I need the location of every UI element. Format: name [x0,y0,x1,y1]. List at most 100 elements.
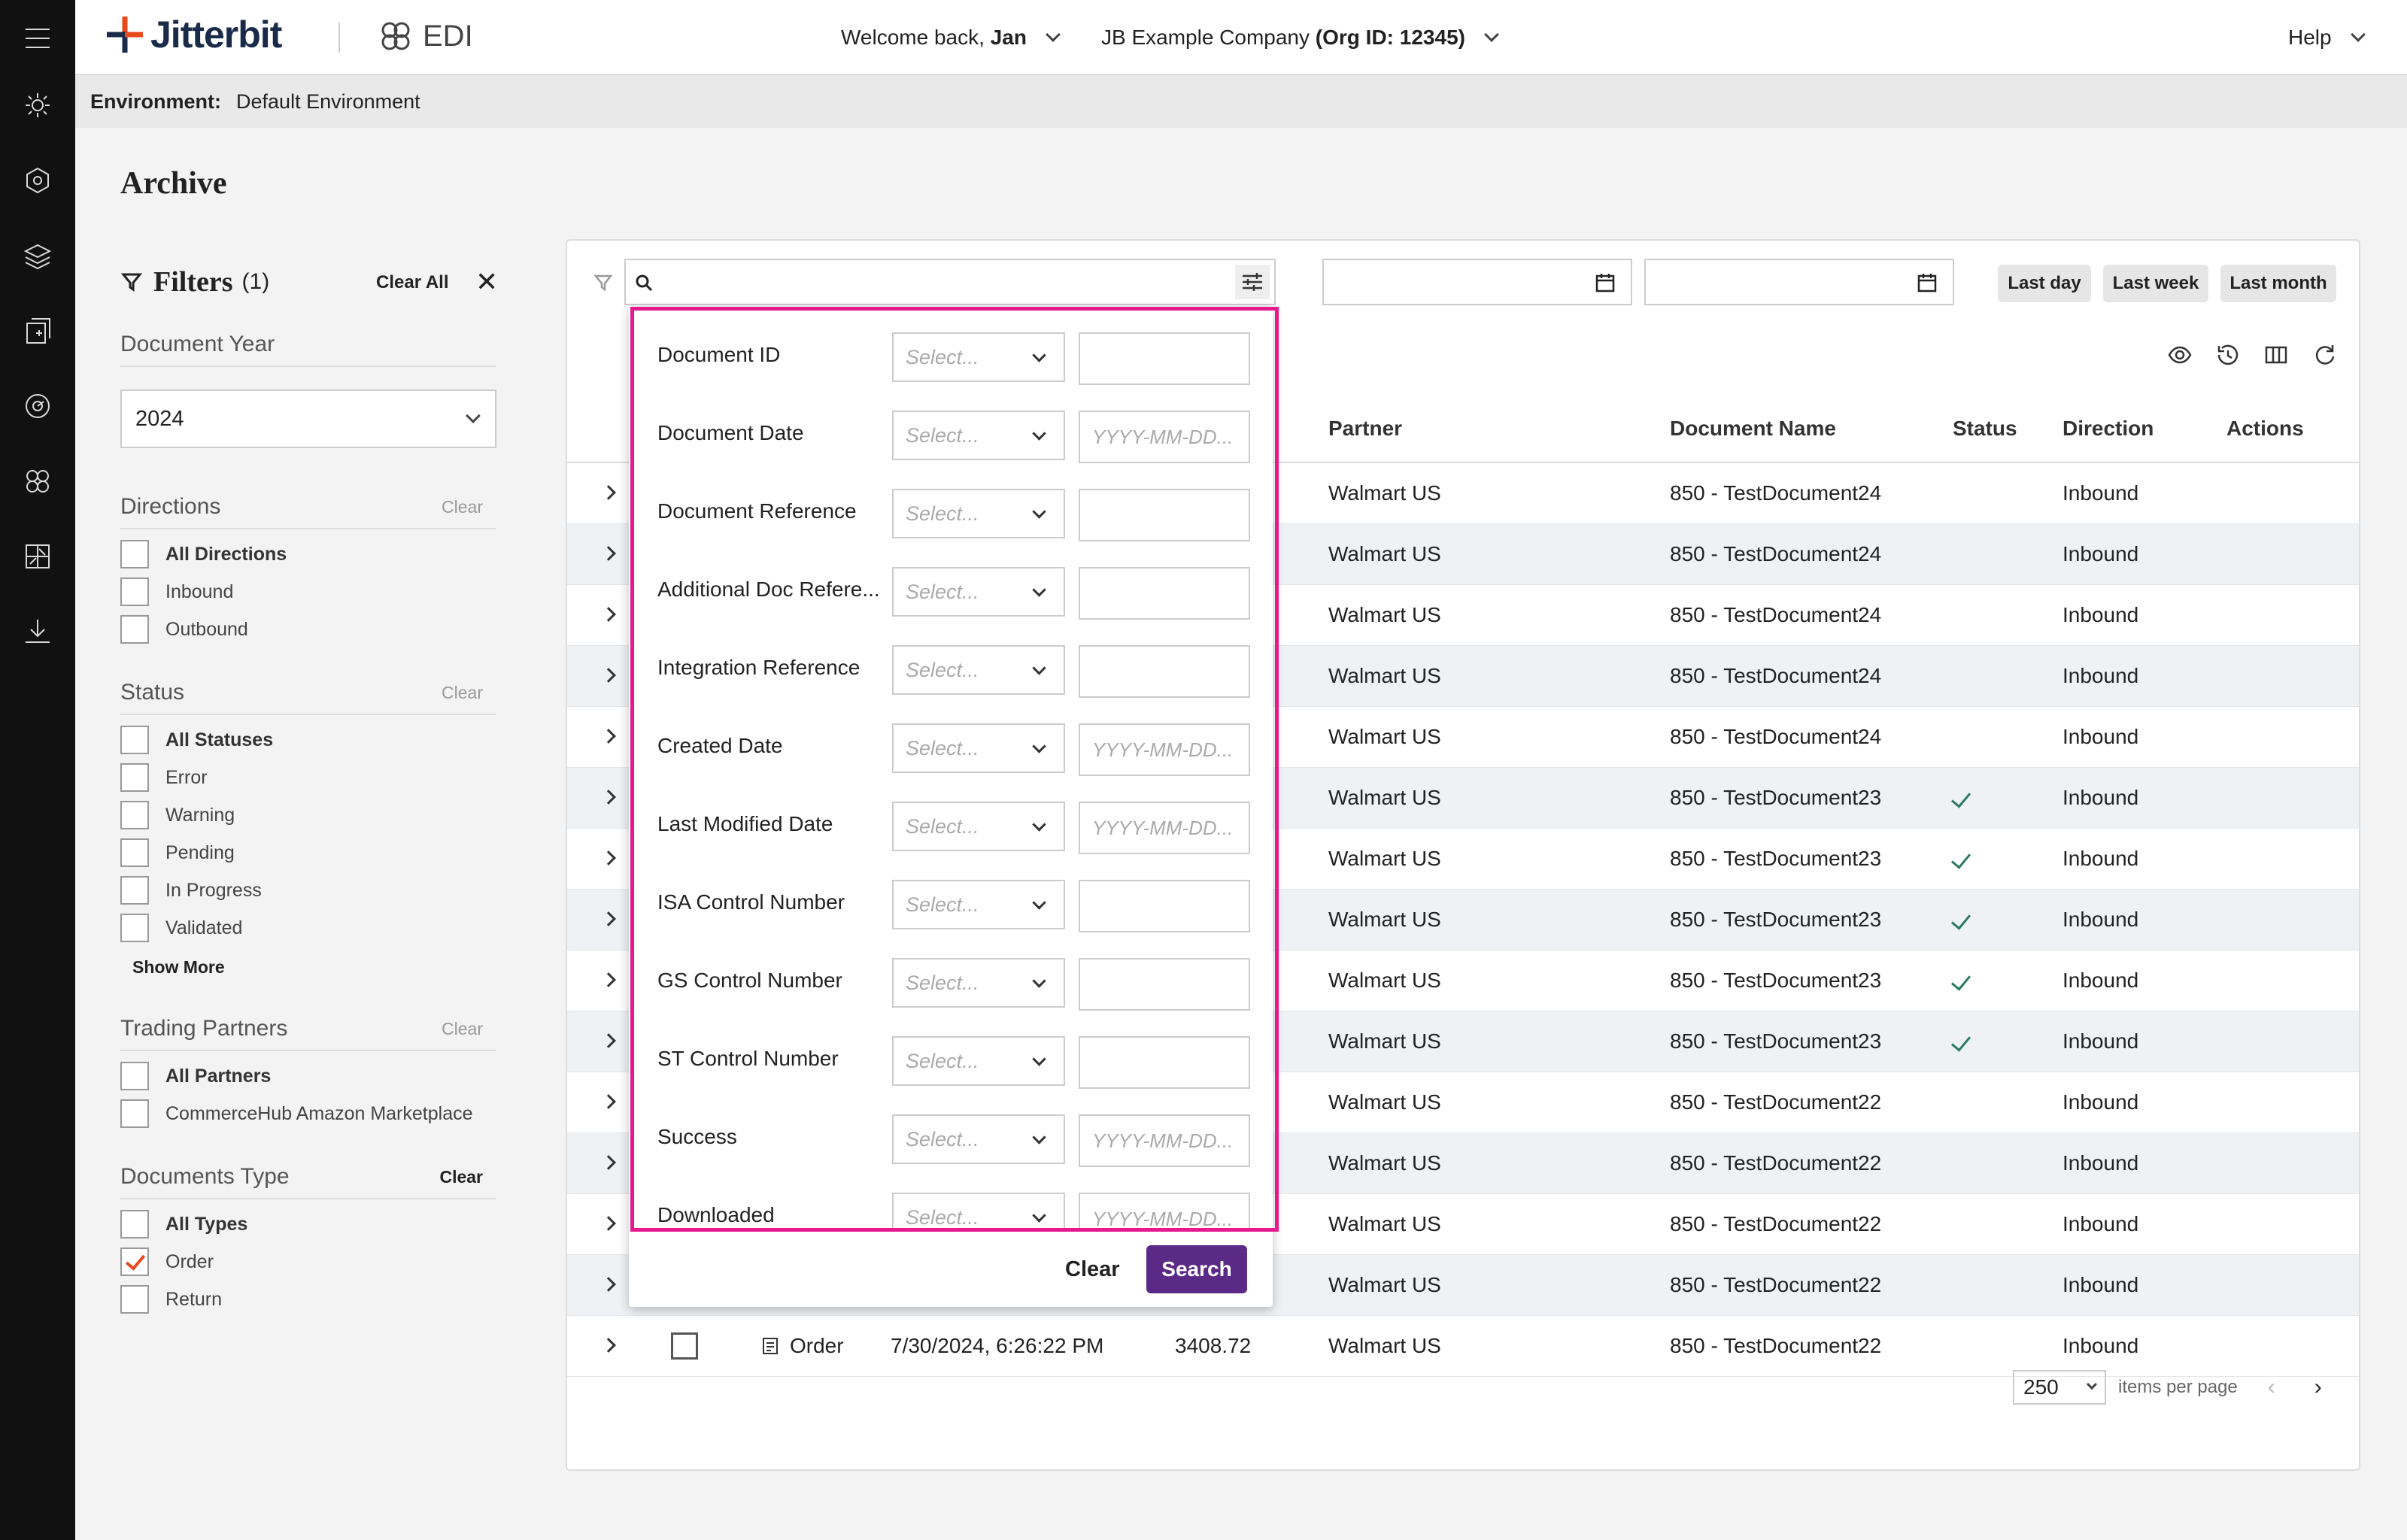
chevron-right-icon[interactable] [601,1277,616,1292]
checkbox-in-progress[interactable]: In Progress [120,872,496,909]
checkbox-all-statuses[interactable]: All Statuses [120,721,496,759]
checkbox[interactable] [120,1099,149,1128]
checkbox-validated[interactable]: Validated [120,909,496,947]
visibility-icon[interactable] [2165,340,2195,370]
search-value-input[interactable]: YYYY-MM-DD... [1079,1114,1250,1167]
checkbox[interactable] [120,763,149,792]
operator-select[interactable]: Select... [892,880,1065,929]
directions-clear-button[interactable]: Clear [442,497,483,517]
chevron-right-icon[interactable] [601,607,616,622]
chevron-right-icon[interactable] [601,546,616,561]
operator-select[interactable]: Select... [892,1114,1065,1164]
user-menu[interactable]: Welcome back, Jan [841,0,1061,75]
search-value-input[interactable]: YYYY-MM-DD... [1079,1193,1250,1228]
monitor-icon[interactable] [19,387,56,425]
document-year-select[interactable]: 2024 [120,390,496,448]
add-document-icon[interactable] [19,312,56,350]
history-icon[interactable] [2213,340,2243,370]
help-menu[interactable]: Help [2288,0,2366,75]
search-value-input[interactable] [1079,645,1250,698]
search-value-input[interactable]: YYYY-MM-DD... [1079,411,1250,463]
last-day-button[interactable]: Last day [1998,265,2091,302]
checkbox[interactable] [120,1210,149,1238]
operator-select[interactable]: Select... [892,645,1065,695]
checkbox-all-partners[interactable]: All Partners [120,1057,496,1095]
end-date-input[interactable] [1644,259,1954,305]
network-icon[interactable] [19,162,56,199]
previous-page-icon[interactable]: ‹ [2268,1375,2275,1400]
chevron-right-icon[interactable] [601,1216,616,1231]
checkbox[interactable] [120,615,149,644]
chevron-right-icon[interactable] [601,1033,616,1048]
chevron-right-icon[interactable] [601,1094,616,1109]
environment-value[interactable]: Default Environment [236,90,420,114]
search-value-input[interactable]: YYYY-MM-DD... [1079,802,1250,854]
operator-select[interactable]: Select... [892,489,1065,538]
checkbox-all-types[interactable]: All Types [120,1205,496,1243]
operator-select[interactable]: Select... [892,411,1065,460]
operator-select[interactable]: Select... [892,332,1065,382]
column-partner[interactable]: Partner [1328,417,1402,441]
chevron-right-icon[interactable] [601,485,616,500]
trading-partners-clear-button[interactable]: Clear [442,1019,483,1039]
checkbox-warning[interactable]: Warning [120,796,496,834]
column-status[interactable]: Status [1953,417,2017,441]
checkbox-return[interactable]: Return [120,1281,496,1318]
checkbox-all-directions[interactable]: All Directions [120,535,496,573]
checkbox[interactable] [120,876,149,905]
checkbox[interactable] [120,801,149,829]
mapping-icon[interactable] [19,538,56,575]
checkbox-error[interactable]: Error [120,759,496,796]
checkbox[interactable] [120,1285,149,1314]
documents-type-clear-button[interactable]: Clear [439,1167,483,1187]
checkbox[interactable] [120,540,149,568]
settings-icon[interactable] [19,86,56,124]
calendar-icon[interactable] [1593,271,1617,295]
search-value-input[interactable]: YYYY-MM-DD... [1079,723,1250,776]
column-document-name[interactable]: Document Name [1670,417,1836,441]
show-more-button[interactable]: Show More [120,947,496,978]
search-value-input[interactable] [1079,489,1250,541]
search-input[interactable] [624,259,1276,305]
operator-select[interactable]: Select... [892,567,1065,617]
advanced-search-button[interactable]: Search [1146,1245,1247,1293]
menu-icon[interactable] [19,20,56,57]
checkbox-order[interactable]: Order [120,1243,496,1281]
table-row[interactable]: Order 7/30/2024, 6:26:22 PM 3408.72 Walm… [567,1316,2359,1377]
chevron-right-icon[interactable] [601,911,616,926]
row-checkbox[interactable] [671,1332,698,1360]
search-value-input[interactable] [1079,958,1250,1011]
operator-select[interactable]: Select... [892,723,1065,773]
next-page-icon[interactable]: › [2314,1375,2322,1400]
chevron-right-icon[interactable] [601,668,616,683]
checkbox-commercehub-amazon[interactable]: CommerceHub Amazon Marketplace [120,1095,496,1132]
org-menu[interactable]: JB Example Company (Org ID: 12345) [1101,0,1499,75]
chevron-right-icon[interactable] [601,1155,616,1170]
column-direction[interactable]: Direction [2062,417,2154,441]
checkbox-pending[interactable]: Pending [120,834,496,872]
start-date-input[interactable] [1322,259,1632,305]
search-value-input[interactable] [1079,880,1250,932]
operator-select[interactable]: Select... [892,1036,1065,1086]
columns-icon[interactable] [2261,340,2291,370]
advanced-search-icon[interactable] [1235,265,1270,299]
operator-select[interactable]: Select... [892,1193,1065,1228]
checkbox[interactable] [120,1062,149,1090]
refresh-icon[interactable] [2309,340,2339,370]
layers-icon[interactable] [19,237,56,274]
operator-select[interactable]: Select... [892,802,1065,851]
download-icon[interactable] [19,613,56,650]
per-page-select[interactable]: 250 [2013,1370,2106,1405]
chevron-right-icon[interactable] [601,972,616,987]
chevron-right-icon[interactable] [601,790,616,805]
status-clear-button[interactable]: Clear [442,683,483,703]
checkbox[interactable] [120,838,149,867]
search-value-input[interactable] [1079,1036,1250,1089]
checkbox-inbound[interactable]: Inbound [120,573,496,611]
search-value-input[interactable] [1079,332,1250,385]
checkbox[interactable] [120,726,149,754]
last-month-button[interactable]: Last month [2220,265,2336,302]
jitterbit-logo[interactable]: Jitterbit [104,11,282,59]
last-week-button[interactable]: Last week [2103,265,2208,302]
operator-select[interactable]: Select... [892,958,1065,1008]
